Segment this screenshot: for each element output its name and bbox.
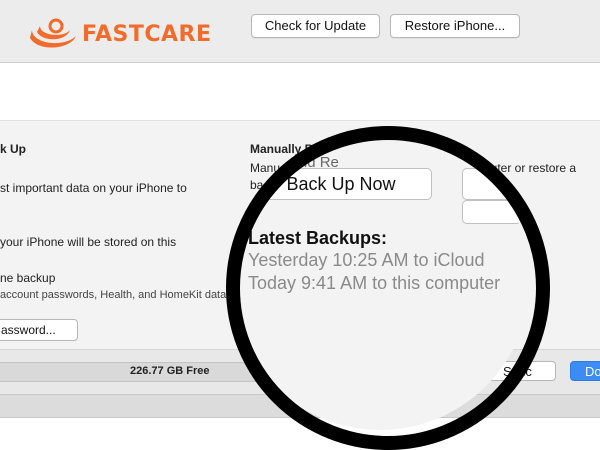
brand-name: FASTCARE: [82, 21, 212, 47]
restore-iphone-button[interactable]: Restore iPhone...: [390, 14, 520, 38]
encrypt-backup-title: ne backup: [0, 271, 56, 285]
fastcare-logo-icon: [30, 18, 76, 48]
done-button[interactable]: Do: [570, 361, 600, 381]
automatic-backup-heading: k Up: [0, 142, 27, 156]
icloud-backup-description: st important data on your iPhone to: [0, 181, 187, 195]
magnifier-ring: [226, 126, 550, 450]
change-password-button[interactable]: assword...: [0, 319, 78, 341]
check-for-update-button[interactable]: Check for Update: [251, 14, 380, 38]
storage-free-label: 226.77 GB Free: [130, 365, 210, 377]
this-computer-backup-description: your iPhone will be stored on this: [0, 235, 177, 249]
fastcare-logo: FASTCARE: [26, 14, 216, 54]
encrypt-backup-description: account passwords, Health, and HomeKit d…: [0, 289, 239, 301]
